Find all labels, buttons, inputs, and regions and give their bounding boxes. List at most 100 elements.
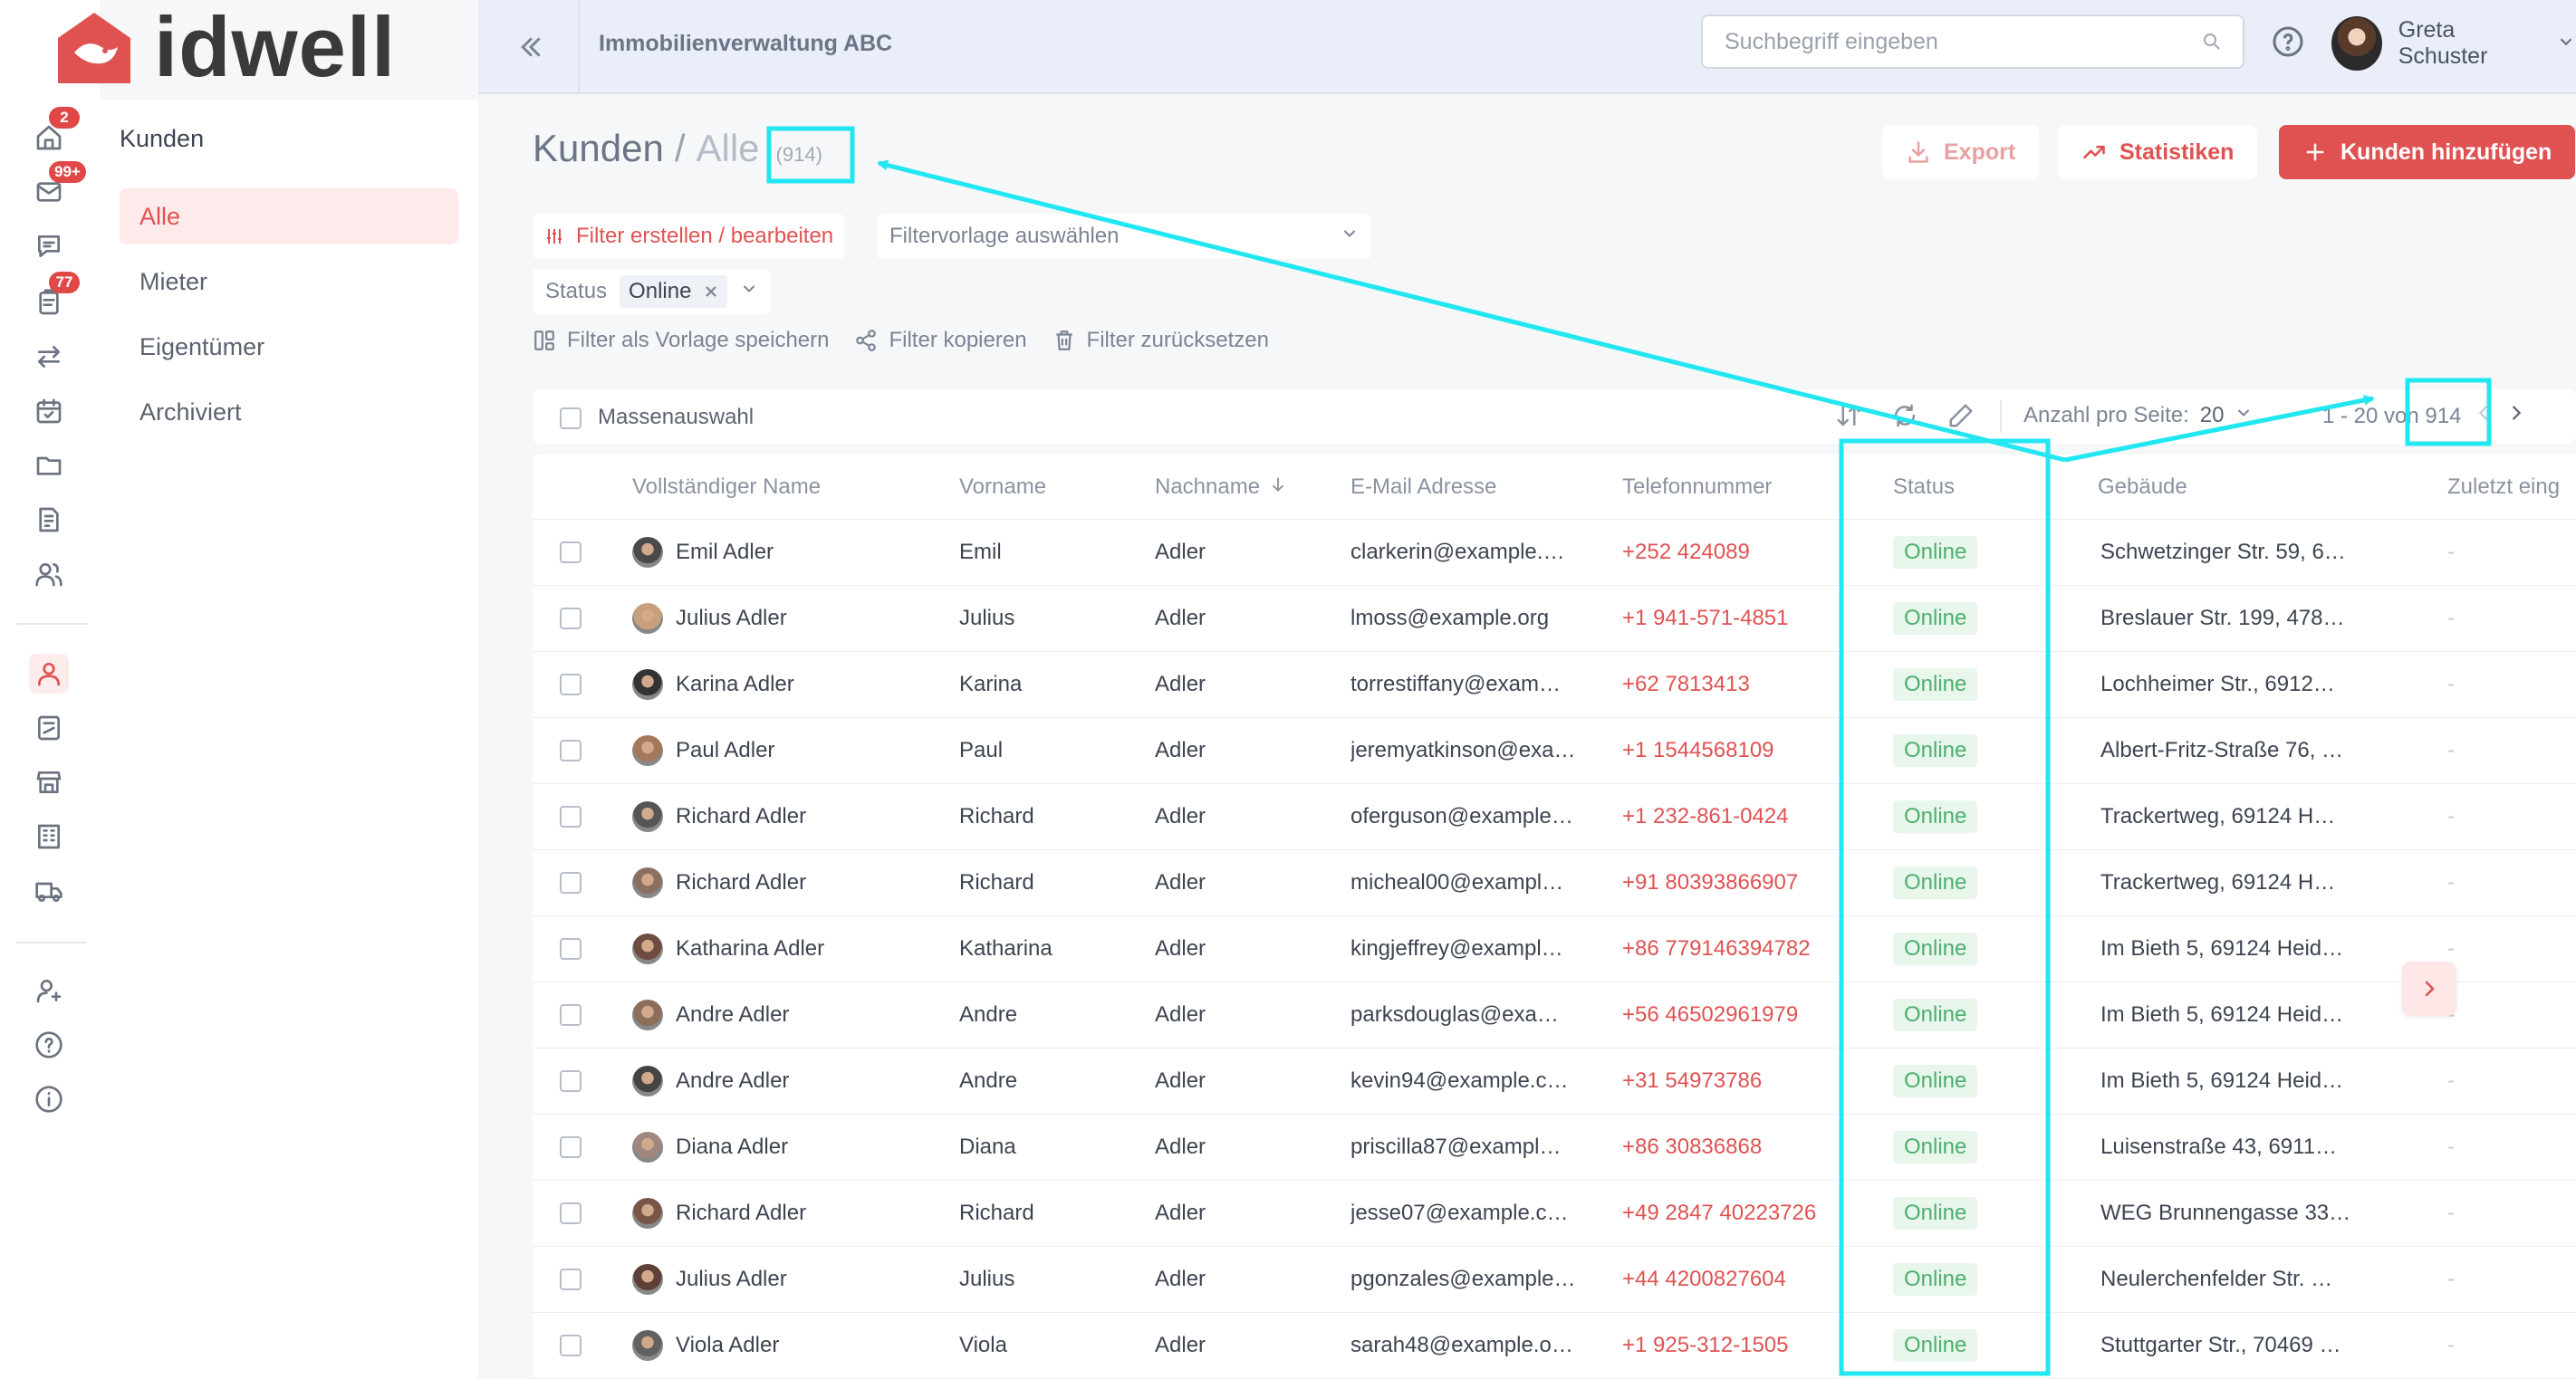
column-header-email[interactable]: E-Mail Adresse (1350, 455, 1577, 519)
phone-cell[interactable]: +44 4200827604 (1622, 1247, 1849, 1312)
full-name-cell[interactable]: Viola Adler (632, 1313, 931, 1378)
nav-info[interactable] (29, 1079, 69, 1119)
column-header-building[interactable]: Gebäude (2098, 455, 2360, 519)
close-icon[interactable] (704, 284, 718, 299)
previous-page-button[interactable] (2474, 403, 2494, 429)
row-checkbox[interactable] (560, 674, 582, 695)
add-customer-button[interactable]: Kunden hinzufügen (2279, 125, 2576, 179)
copy-filter-button[interactable]: Filter kopieren (854, 324, 1027, 357)
edit-filter-button[interactable]: Filter erstellen / bearbeiten (533, 214, 845, 259)
full-name-cell[interactable]: Katharina Adler (632, 916, 931, 982)
per-page-select[interactable]: Anzahl pro Seite: 20 (2023, 403, 2253, 428)
nav-folder[interactable] (29, 445, 69, 485)
phone-link[interactable]: +86 30836868 (1622, 1135, 1762, 1160)
phone-link[interactable]: +49 2847 40223726 (1622, 1201, 1816, 1226)
phone-link[interactable]: +91 80393866907 (1622, 870, 1798, 895)
phone-cell[interactable]: +252 424089 (1622, 520, 1849, 585)
phone-cell[interactable]: +91 80393866907 (1622, 850, 1849, 915)
page-title[interactable]: Kunden (533, 127, 664, 170)
full-name-cell[interactable]: Paul Adler (632, 718, 931, 783)
phone-link[interactable]: +31 54973786 (1622, 1068, 1762, 1094)
phone-link[interactable]: +1 925-312-1505 (1622, 1333, 1789, 1358)
filter-template-select[interactable]: Filtervorlage auswählen (877, 214, 1371, 259)
nav-calendar[interactable] (29, 391, 69, 431)
table-row[interactable]: Julius Adler Julius Adler pgonzales@example… (533, 1247, 2576, 1313)
sort-arrows-icon[interactable] (1835, 402, 1862, 429)
row-checkbox[interactable] (560, 608, 582, 629)
nav-help-circle[interactable] (29, 1025, 69, 1065)
nav-store[interactable] (29, 762, 69, 802)
row-checkbox[interactable] (560, 1070, 582, 1092)
save-filter-template-button[interactable]: Filter als Vorlage speichern (533, 324, 829, 357)
column-header-last-login[interactable]: Zuletzt eing (2447, 455, 2576, 519)
column-header-last-name[interactable]: Nachname (1155, 455, 1336, 519)
row-checkbox[interactable] (560, 938, 582, 960)
phone-cell[interactable]: +1 941-571-4851 (1622, 586, 1849, 651)
phone-link[interactable]: +44 4200827604 (1622, 1267, 1786, 1292)
chevron-down-icon[interactable] (740, 279, 758, 304)
mass-select-checkbox[interactable] (560, 407, 582, 429)
phone-link[interactable]: +1 941-571-4851 (1622, 606, 1789, 631)
full-name-cell[interactable]: Andre Adler (632, 982, 931, 1048)
table-row[interactable]: Julius Adler Julius Adler lmoss@example.org… (533, 586, 2576, 652)
subnav-item-eigentuemer[interactable]: Eigentümer (120, 319, 458, 375)
subnav-item-mieter[interactable]: Mieter (120, 254, 458, 310)
table-row[interactable]: Diana Adler Diana Adler priscilla87@exampl…… (533, 1115, 2576, 1181)
phone-link[interactable]: +1 232-861-0424 (1622, 804, 1789, 829)
search-input[interactable] (1703, 16, 2174, 67)
subnav-item-alle[interactable]: Alle (120, 188, 458, 244)
row-checkbox[interactable] (560, 1202, 582, 1224)
reset-filter-button[interactable]: Filter zurücksetzen (1053, 324, 1269, 357)
phone-link[interactable]: +56 46502961979 (1622, 1002, 1798, 1028)
table-row[interactable]: Richard Adler Richard Adler oferguson@examp… (533, 784, 2576, 850)
column-header-status[interactable]: Status (1893, 455, 2029, 519)
nav-users[interactable] (29, 554, 69, 594)
full-name-cell[interactable]: Richard Adler (632, 1181, 931, 1246)
nav-mail[interactable]: 99+ (29, 161, 86, 212)
full-name-cell[interactable]: Julius Adler (632, 1247, 931, 1312)
table-row[interactable]: Paul Adler Paul Adler jeremyatkinson@exa… +1… (533, 718, 2576, 784)
nav-person[interactable] (29, 654, 69, 694)
scroll-right-button[interactable] (2402, 962, 2456, 1016)
row-checkbox[interactable] (560, 1004, 582, 1026)
table-row[interactable]: Karina Adler Karina Adler torrestiffany@exa… (533, 652, 2576, 718)
subnav-item-archiviert[interactable]: Archiviert (120, 384, 458, 440)
row-checkbox[interactable] (560, 1269, 582, 1290)
full-name-cell[interactable]: Karina Adler (632, 652, 931, 717)
row-checkbox[interactable] (560, 541, 582, 563)
full-name-cell[interactable]: Richard Adler (632, 784, 931, 849)
phone-cell[interactable]: +1 925-312-1505 (1622, 1313, 1849, 1378)
table-row[interactable]: Richard Adler Richard Adler jesse07@example… (533, 1181, 2576, 1247)
row-checkbox[interactable] (560, 1335, 582, 1356)
phone-cell[interactable]: +56 46502961979 (1622, 982, 1849, 1048)
phone-link[interactable]: +86 779146394782 (1622, 936, 1811, 962)
phone-link[interactable]: +62 7813413 (1622, 672, 1750, 697)
refresh-icon[interactable] (1891, 402, 1918, 429)
nav-transfer[interactable] (29, 337, 69, 377)
statistics-button[interactable]: Statistiken (2058, 125, 2258, 179)
phone-link[interactable]: +252 424089 (1622, 540, 1750, 565)
row-checkbox[interactable] (560, 872, 582, 894)
table-row[interactable]: Andre Adler Andre Adler kevin94@example.c… +… (533, 1049, 2576, 1115)
export-button[interactable]: Export (1882, 125, 2040, 179)
collapse-sidebar-button[interactable] (511, 27, 551, 67)
nav-user-settings[interactable] (29, 971, 69, 1010)
phone-cell[interactable]: +49 2847 40223726 (1622, 1181, 1849, 1246)
phone-cell[interactable]: +1 1544568109 (1622, 718, 1849, 783)
search-icon[interactable] (2201, 31, 2223, 53)
next-page-button[interactable] (2506, 403, 2526, 429)
phone-link[interactable]: +1 1544568109 (1622, 738, 1774, 763)
phone-cell[interactable]: +86 30836868 (1622, 1115, 1849, 1180)
nav-truck[interactable] (29, 871, 69, 911)
help-button[interactable] (2272, 25, 2304, 58)
nav-invoice[interactable] (29, 500, 69, 540)
table-row[interactable]: Richard Adler Richard Adler micheal00@examp… (533, 850, 2576, 916)
column-header-first-name[interactable]: Vorname (959, 455, 1140, 519)
nav-building[interactable] (29, 817, 69, 857)
column-header-full-name[interactable]: Vollständiger Name (632, 455, 931, 519)
full-name-cell[interactable]: Diana Adler (632, 1115, 931, 1180)
column-header-phone[interactable]: Telefonnummer (1622, 455, 1849, 519)
table-row[interactable]: Viola Adler Viola Adler sarah48@example.o… +… (533, 1313, 2576, 1379)
full-name-cell[interactable]: Emil Adler (632, 520, 931, 585)
phone-cell[interactable]: +1 232-861-0424 (1622, 784, 1849, 849)
